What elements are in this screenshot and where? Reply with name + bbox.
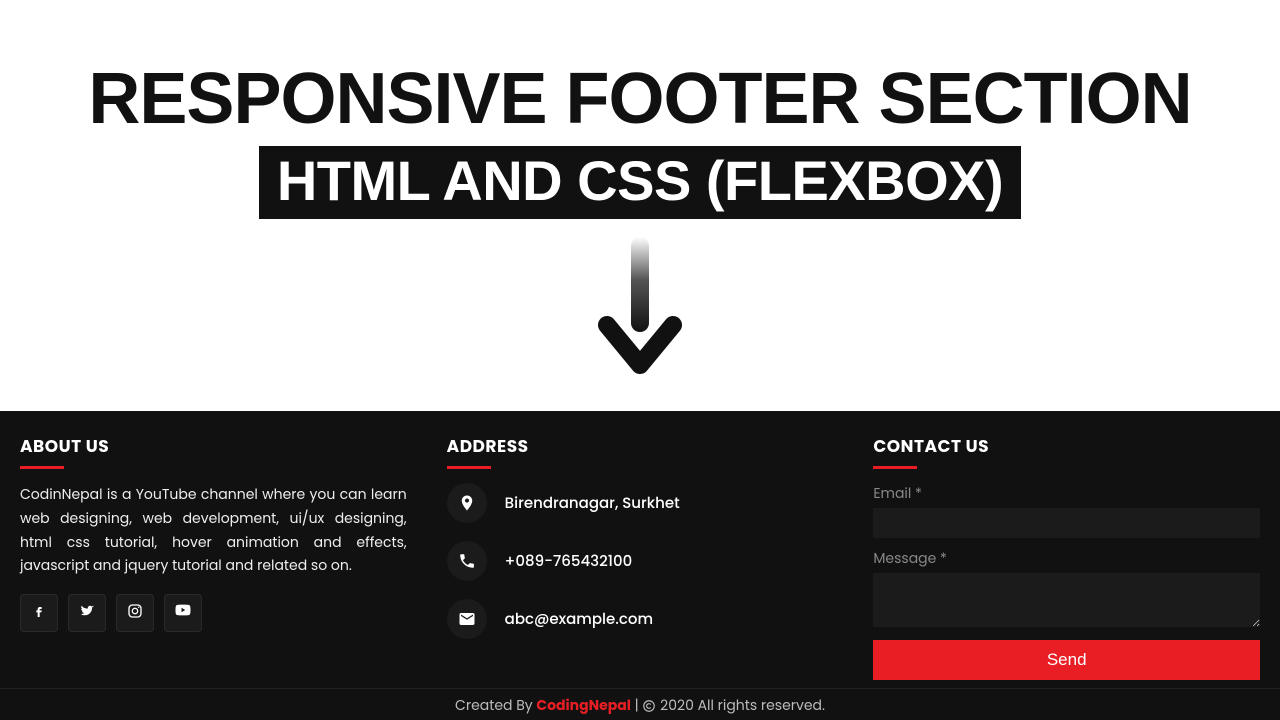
footer-bottom-bar: Created By CodingNepal | 2020 All rights… [0,688,1280,720]
message-field[interactable] [873,573,1260,627]
phone-icon [447,541,487,581]
created-by-prefix: Created By [455,695,536,715]
address-heading: ADDRESS [447,433,834,469]
address-phone: +089-765432100 [505,550,633,573]
hero-title: RESPONSIVE FOOTER SECTION [0,58,1280,140]
contact-column: CONTACT US Email * Message * Send [873,433,1260,680]
youtube-button[interactable] [164,594,202,632]
youtube-icon [174,601,192,626]
address-location: Birendranagar, Surkhet [505,492,680,515]
contact-heading: CONTACT US [873,433,1260,469]
email-field[interactable] [873,508,1260,538]
hero-banner: RESPONSIVE FOOTER SECTION HTML AND CSS (… [0,0,1280,219]
location-icon [447,483,487,523]
facebook-icon [31,601,47,626]
about-body: CodinNepal is a YouTube channel where yo… [20,483,407,578]
address-location-row: Birendranagar, Surkhet [447,483,834,523]
about-heading: ABOUT US [20,433,407,469]
copyright-icon [642,699,656,713]
envelope-icon [447,599,487,639]
footer: ABOUT US CodinNepal is a YouTube channel… [0,411,1280,720]
about-column: ABOUT US CodinNepal is a YouTube channel… [20,433,407,680]
message-label: Message * [873,548,1260,569]
email-label: Email * [873,483,1260,504]
send-button[interactable]: Send [873,640,1260,680]
instagram-icon [127,601,143,626]
address-email-row: abc@example.com [447,599,834,639]
facebook-button[interactable] [20,594,58,632]
separator: | [631,695,643,715]
down-arrow [0,237,1280,377]
twitter-icon [79,601,95,626]
address-phone-row: +089-765432100 [447,541,834,581]
hero-subtitle: HTML AND CSS (FLEXBOX) [259,146,1021,219]
instagram-button[interactable] [116,594,154,632]
rights-text: 2020 All rights reserved. [656,695,825,715]
address-email: abc@example.com [505,608,653,631]
twitter-button[interactable] [68,594,106,632]
social-bar [20,594,407,632]
address-column: ADDRESS Birendranagar, Surkhet +089-7654… [447,433,834,680]
brand-link[interactable]: CodingNepal [536,695,630,715]
